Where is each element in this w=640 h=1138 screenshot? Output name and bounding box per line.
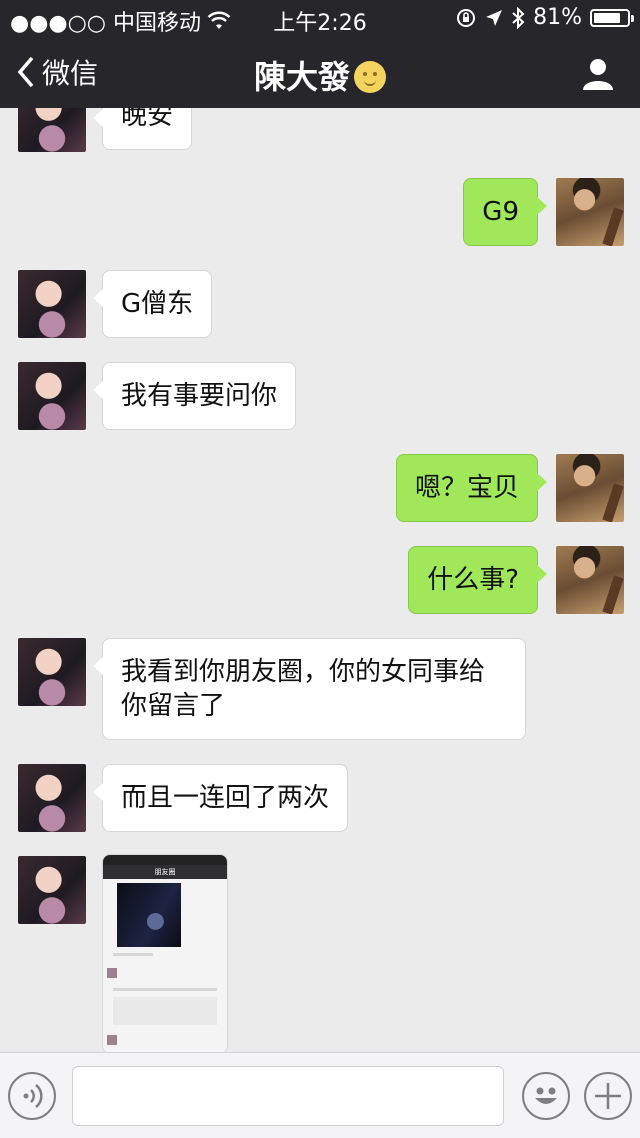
my-avatar[interactable] — [556, 454, 624, 522]
screenshot-photo — [117, 883, 181, 947]
message-text: 嗯？宝贝 — [414, 473, 519, 503]
my-avatar[interactable] — [556, 546, 624, 614]
nav-bar: 微信 陳大發 — [0, 36, 640, 108]
incoming-message[interactable]: 晚安 — [92, 108, 193, 150]
incoming-message[interactable]: G僧东 — [92, 270, 213, 338]
incoming-message[interactable]: 而且一连回了两次 — [92, 764, 349, 832]
contact-avatar[interactable] — [18, 764, 86, 832]
message-text: 晚安 — [121, 108, 174, 131]
outgoing-message[interactable]: 嗯？宝贝 — [395, 454, 548, 522]
outgoing-message[interactable]: 什么事? — [408, 546, 547, 614]
contact-avatar[interactable] — [18, 638, 86, 706]
screenshot-line — [113, 988, 217, 991]
more-options-button[interactable] — [584, 1072, 632, 1120]
contact-avatar[interactable] — [18, 362, 86, 430]
incoming-message[interactable]: 我看到你朋友圈，你的女同事给你留言了 — [93, 638, 526, 740]
contact-avatar[interactable] — [18, 856, 86, 924]
message-text: 而且一连回了两次 — [121, 783, 330, 813]
orientation-lock-icon — [457, 8, 476, 27]
emoji-button[interactable] — [522, 1072, 570, 1120]
image-message[interactable]: 朋友圈 — [102, 854, 228, 1052]
status-right: 81% — [455, 5, 634, 30]
screenshot-avatar — [107, 968, 117, 978]
message-text: 我看到你朋友圈，你的女同事给你留言了 — [121, 657, 486, 721]
location-icon — [486, 9, 503, 26]
screenshot-nav-title: 朋友圈 — [103, 865, 227, 879]
smiley-icon — [535, 1087, 557, 1104]
my-avatar[interactable] — [556, 178, 624, 246]
battery-percent: 81% — [533, 5, 582, 30]
screenshot-line — [113, 953, 153, 956]
top-bar: ●●●○○ 中国移动 上午2:26 81% 微信 陳大發 — [0, 0, 640, 108]
battery-icon — [590, 8, 634, 27]
contact-profile-icon[interactable] — [580, 56, 616, 92]
screenshot-avatar — [107, 1035, 117, 1045]
voice-button[interactable] — [8, 1072, 56, 1120]
screenshot-status-bar — [103, 855, 227, 865]
message-text: 什么事? — [427, 565, 519, 595]
message-text: G僧东 — [121, 289, 194, 319]
status-bar: ●●●○○ 中国移动 上午2:26 81% — [0, 0, 640, 36]
plus-icon — [595, 1083, 621, 1109]
contact-avatar[interactable] — [18, 270, 86, 338]
input-bar — [0, 1052, 640, 1138]
incoming-message[interactable]: 我有事要问你 — [92, 362, 297, 430]
message-input[interactable] — [72, 1066, 504, 1126]
bluetooth-icon — [512, 6, 525, 29]
message-text: 我有事要问你 — [121, 381, 278, 411]
message-text: G9 — [482, 197, 519, 227]
chat-area[interactable]: 晚安 G9 G僧东 我有事要问你 嗯？宝贝 什么事? 我看到你朋友圈，你的女同事… — [0, 108, 640, 1052]
screenshot-comment-box — [113, 997, 217, 1025]
chat-title: 陳大發 — [0, 52, 640, 98]
battery-fill — [594, 12, 620, 23]
outgoing-message[interactable]: G9 — [463, 178, 547, 246]
moon-emoji-icon — [354, 61, 386, 93]
voice-icon — [23, 1084, 43, 1108]
contact-avatar[interactable] — [18, 108, 86, 152]
chat-title-text: 陳大發 — [253, 58, 350, 96]
